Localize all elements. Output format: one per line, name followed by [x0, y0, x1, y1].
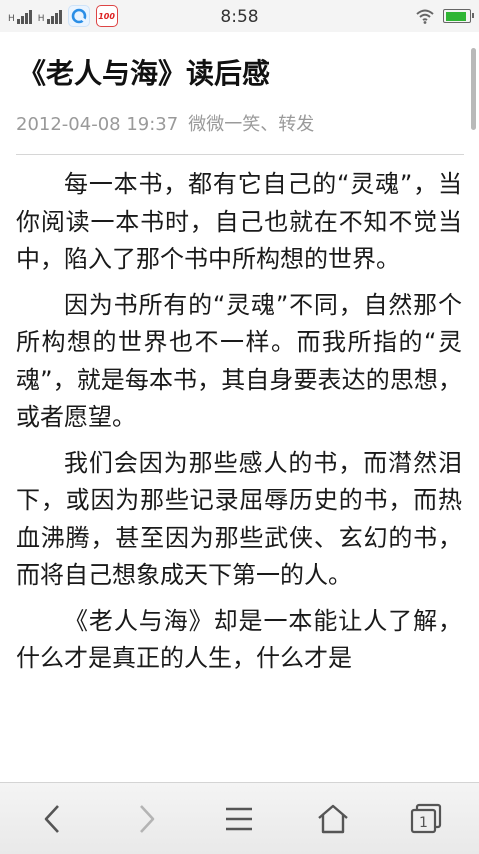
article-source: 微微一笑、转发	[188, 114, 315, 135]
tabs-icon: 1	[411, 803, 442, 833]
paragraph: 《老人与海》却是一本能让人了解，什么才是真正的人生，什么才是	[16, 606, 462, 673]
status-time: 8:58	[220, 7, 259, 27]
status-bar: H H 100 8:58	[0, 0, 479, 32]
forward-icon	[140, 804, 155, 833]
tabs-button[interactable]: 1	[396, 789, 456, 849]
article-body: 每一本书，都有它自己的“灵魂”，当你阅读一本书时，自己也就在不知不觉当中，陷入了…	[16, 166, 462, 782]
battery-level	[445, 11, 467, 21]
article-title: 《老人与海》读后感	[18, 57, 271, 90]
article-meta: 2012-04-08 19:37 微微一笑、转发	[16, 110, 314, 136]
paragraph: 每一本书，都有它自己的“灵魂”，当你阅读一本书时，自己也就在不知不觉当中，陷入了…	[16, 170, 462, 273]
forward-button[interactable]	[116, 789, 176, 849]
tab-count: 1	[419, 815, 428, 831]
divider	[16, 154, 464, 155]
wifi-icon	[416, 9, 434, 24]
browser-toolbar: 1	[0, 782, 479, 854]
home-icon	[318, 804, 348, 833]
scrollbar[interactable]	[471, 48, 476, 130]
paragraph: 我们会因为那些感人的书，而潸然泪下，或因为那些记录屈辱历史的书，而热血沸腾，甚至…	[16, 448, 462, 590]
status-right	[415, 7, 474, 25]
menu-icon	[226, 807, 253, 830]
paragraph: 因为书所有的“灵魂”不同，自然那个所构想的世界也不一样。而我所指的“灵魂”，就是…	[16, 290, 462, 432]
home-button[interactable]	[303, 789, 363, 849]
menu-button[interactable]	[209, 789, 269, 849]
article-date: 2012-04-08 19:37	[16, 114, 179, 135]
battery-icon	[443, 9, 474, 23]
back-button[interactable]	[23, 789, 83, 849]
back-icon	[44, 804, 59, 833]
